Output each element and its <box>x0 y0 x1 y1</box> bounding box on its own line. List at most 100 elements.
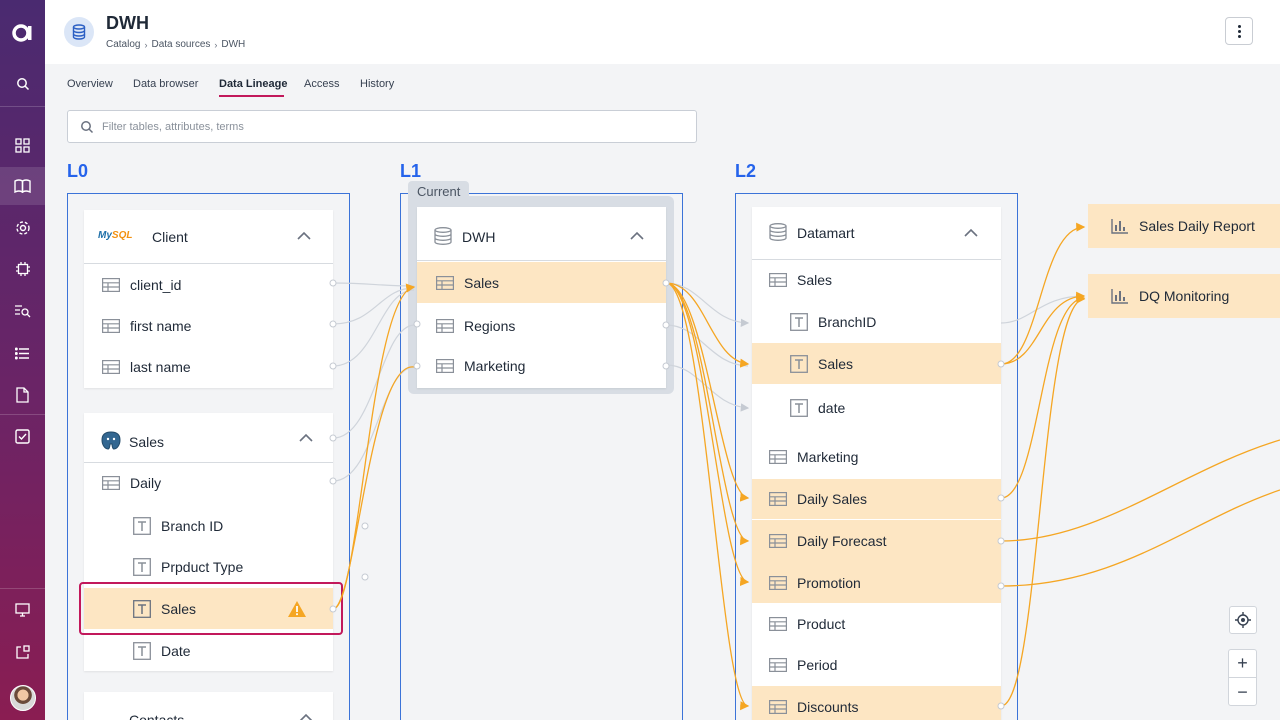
list-item-highlighted[interactable]: Sales <box>752 343 1001 384</box>
book-icon[interactable] <box>0 167 45 205</box>
database-icon <box>769 223 787 241</box>
database-icon <box>64 17 94 47</box>
list-item-highlighted[interactable]: Daily Sales <box>752 479 1001 519</box>
current-card-dwh[interactable]: DWH Sales Regions Marketing <box>417 207 666 388</box>
table-icon <box>436 318 454 333</box>
text-attribute-icon <box>790 399 808 417</box>
chevron-up-icon[interactable] <box>630 231 644 240</box>
list-item[interactable]: last name <box>84 346 333 387</box>
list-item[interactable]: date <box>752 388 1001 428</box>
list-item-highlighted[interactable]: Discounts <box>752 686 1001 720</box>
search-input[interactable] <box>102 118 682 136</box>
app-logo[interactable] <box>0 12 45 52</box>
card-header[interactable]: Sales <box>84 413 333 463</box>
list-item[interactable]: Branch ID <box>84 505 333 546</box>
report-card-sales-daily-report[interactable]: Sales Daily Report <box>1088 204 1280 248</box>
level-label-l0: L0 <box>67 161 89 181</box>
breadcrumb-item-data-sources[interactable]: Data sources <box>151 39 210 50</box>
list-item-highlighted[interactable]: Sales <box>417 262 666 303</box>
dashboard-icon[interactable] <box>0 126 45 164</box>
list-item[interactable]: Daily <box>84 463 333 503</box>
row-label: Prpduct Type <box>161 558 244 575</box>
query-icon[interactable] <box>0 292 45 330</box>
list-item-highlighted[interactable]: Promotion <box>752 562 1001 603</box>
list-icon[interactable] <box>0 334 45 372</box>
selected-attribute-outline <box>79 582 343 635</box>
recenter-button[interactable] <box>1229 606 1257 634</box>
list-item[interactable]: Regions <box>417 305 666 346</box>
report-card-dq-monitoring[interactable]: DQ Monitoring <box>1088 274 1280 318</box>
zoom-in-button[interactable]: + <box>1229 650 1256 678</box>
page-title: DWH <box>106 13 149 33</box>
list-item[interactable]: client_id <box>84 264 333 305</box>
card-title: Datamart <box>797 225 855 241</box>
chevron-up-icon[interactable] <box>299 713 313 720</box>
list-item[interactable]: Marketing <box>417 345 666 386</box>
bar-chart-icon <box>1111 219 1128 234</box>
breadcrumb-item-catalog[interactable]: Catalog <box>106 39 140 50</box>
card-title: Contacts <box>129 712 185 720</box>
chevron-up-icon[interactable] <box>299 433 313 442</box>
list-item[interactable]: Product <box>752 604 1001 644</box>
avatar[interactable] <box>10 685 36 711</box>
row-label: Daily Forecast <box>797 533 887 549</box>
row-label: Branch ID <box>161 517 224 534</box>
row-label: Regions <box>464 317 516 334</box>
tab-history[interactable]: History <box>360 78 394 90</box>
tab-data-browser[interactable]: Data browser <box>133 78 198 90</box>
source-card-client[interactable]: MySQL Client client_id first name last n… <box>84 210 333 388</box>
search-icon[interactable] <box>0 65 45 103</box>
tab-access[interactable]: Access <box>304 78 339 90</box>
more-options-button[interactable] <box>1225 17 1253 45</box>
chevron-up-icon[interactable] <box>964 228 978 237</box>
tab-overview[interactable]: Overview <box>67 78 113 90</box>
filter-search-box[interactable] <box>67 110 697 143</box>
row-label: Sales <box>797 272 833 288</box>
locate-icon <box>1235 612 1251 628</box>
card-header[interactable]: Datamart <box>752 207 1001 260</box>
target-card-datamart[interactable]: Datamart Sales BranchID Sales date Marke… <box>752 207 1001 720</box>
list-item-highlighted[interactable]: Daily Forecast <box>752 520 1001 562</box>
table-icon <box>769 575 787 590</box>
row-label: client_id <box>130 276 182 293</box>
list-item[interactable]: Marketing <box>752 437 1001 477</box>
mysql-icon: MySQL <box>98 230 133 241</box>
table-icon <box>102 359 120 374</box>
bar-chart-icon <box>1111 289 1128 304</box>
share-icon[interactable] <box>0 633 45 671</box>
tab-data-lineage[interactable]: Data Lineage <box>219 78 287 90</box>
table-icon <box>436 275 454 290</box>
list-item[interactable]: Date <box>84 630 333 671</box>
level-label-l1: L1 <box>400 161 422 181</box>
row-label: Sales <box>464 274 500 291</box>
checkbox-icon[interactable] <box>0 417 45 455</box>
table-icon <box>102 277 120 292</box>
row-label: Period <box>797 657 838 673</box>
document-icon[interactable] <box>0 376 45 414</box>
list-item[interactable]: Sales <box>752 260 1001 300</box>
chip-icon[interactable] <box>0 250 45 288</box>
gear-icon[interactable] <box>0 209 45 247</box>
zoom-controls: + − <box>1228 649 1257 706</box>
row-label: Promotion <box>797 574 861 591</box>
list-item[interactable]: first name <box>84 305 333 346</box>
monitor-icon[interactable] <box>0 591 45 629</box>
list-item[interactable]: Prpduct Type <box>84 546 333 587</box>
table-icon <box>769 273 787 287</box>
card-title: Client <box>152 229 188 245</box>
source-card-contacts[interactable]: Contacts <box>84 692 333 720</box>
card-title: Sales <box>129 434 165 450</box>
list-item[interactable]: BranchID <box>752 302 1001 342</box>
chevron-up-icon[interactable] <box>297 231 311 240</box>
row-label: Daily <box>130 475 162 491</box>
row-label: date <box>818 400 846 416</box>
card-header[interactable]: DWH <box>417 207 666 261</box>
zoom-out-button[interactable]: − <box>1229 678 1256 706</box>
list-item[interactable]: Period <box>752 645 1001 685</box>
card-header[interactable]: MySQL Client <box>84 210 333 264</box>
table-icon <box>769 617 787 631</box>
sidebar <box>0 0 45 720</box>
breadcrumb-item-dwh: DWH <box>221 39 246 50</box>
page-header: DWH Catalog › Data sources › DWH <box>45 0 1280 64</box>
row-label: BranchID <box>818 314 877 330</box>
